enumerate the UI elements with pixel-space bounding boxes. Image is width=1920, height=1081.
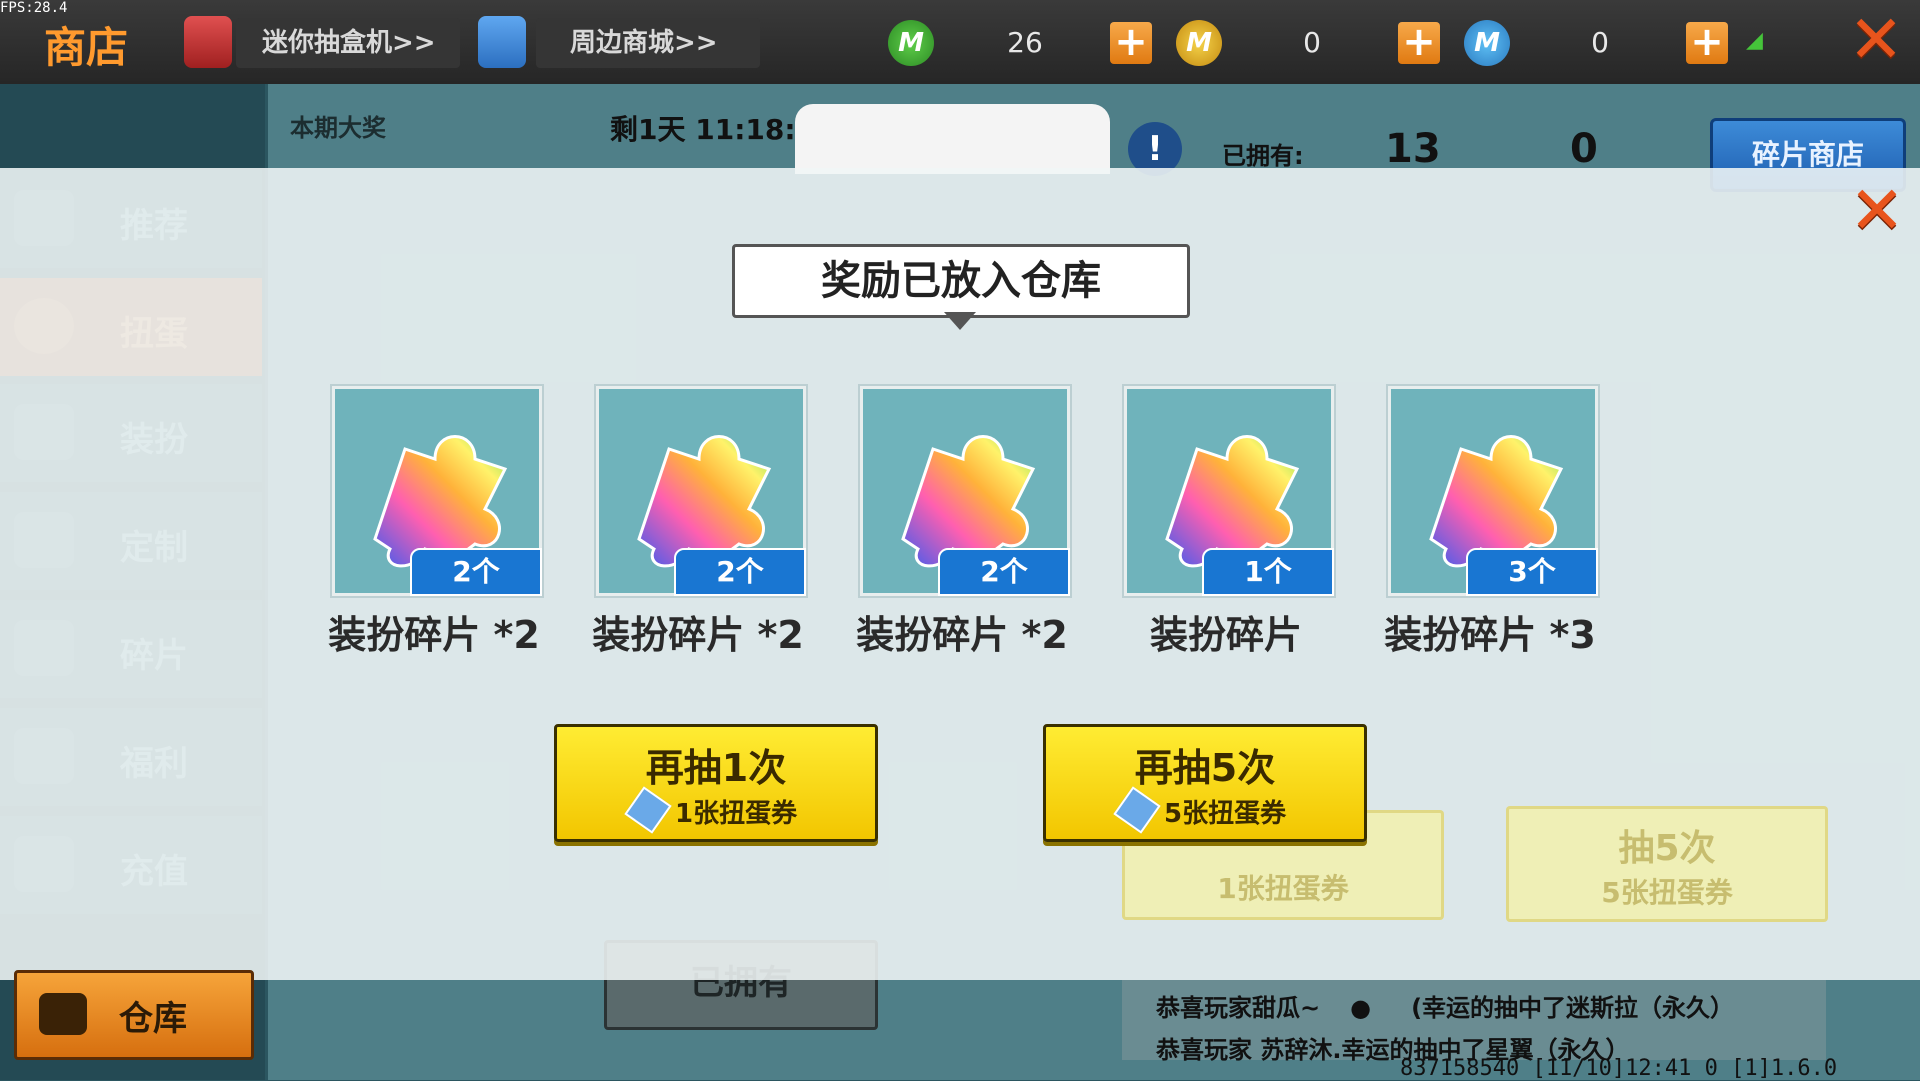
add-green-coin-button[interactable]: + bbox=[1110, 22, 1152, 64]
close-shop-icon[interactable]: ✕ bbox=[1846, 7, 1906, 73]
storage-button[interactable]: 仓库 bbox=[14, 970, 254, 1060]
feed-bullet-icon: ● bbox=[1350, 994, 1372, 1022]
reward-title: 奖励已放入仓库 bbox=[732, 244, 1190, 318]
gold-coin-count: 0 bbox=[1303, 26, 1321, 59]
draw-once-again-button[interactable]: 再抽1次 1张扭蛋券 bbox=[554, 724, 878, 842]
reward-label: 装扮碎片 *2 bbox=[856, 613, 1068, 657]
reward-quantity-badge: 1个 bbox=[1202, 548, 1334, 596]
owned-tickets-count: 0 bbox=[1570, 126, 1598, 172]
gacha-machine-icon bbox=[184, 16, 232, 68]
reward-quantity-badge: 2个 bbox=[410, 548, 542, 596]
shopping-bag-icon bbox=[478, 16, 526, 68]
close-reward-icon[interactable]: ✕ bbox=[1846, 178, 1908, 244]
status-bar: 837158540 [11/10]12:41 0 [1]1.6.0 bbox=[1400, 1056, 1838, 1081]
feed-line-1: 恭喜玩家甜瓜~ ● (幸运的抽中了迷斯拉（永久） bbox=[1156, 994, 1735, 1022]
reward-label: 装扮碎片 *3 bbox=[1384, 613, 1596, 657]
add-gold-coin-button[interactable]: + bbox=[1398, 22, 1440, 64]
draw-five-again-button[interactable]: 再抽5次 5张扭蛋券 bbox=[1043, 724, 1367, 842]
green-coin-count: 26 bbox=[1007, 26, 1043, 59]
signal-icon: ◢ bbox=[1746, 28, 1763, 53]
banner-pointer bbox=[944, 312, 976, 330]
reward-card: 2个 bbox=[596, 386, 806, 596]
bg-draw5-button: 抽5次 5张扭蛋券 bbox=[1506, 806, 1828, 922]
gold-coin-icon: M bbox=[1176, 20, 1222, 66]
merch-shop-link[interactable]: 周边商城>> bbox=[536, 18, 760, 68]
reward-quantity-badge: 2个 bbox=[674, 548, 806, 596]
reward-card: 2个 bbox=[332, 386, 542, 596]
page-title: 商店 bbox=[44, 23, 129, 72]
green-coin-icon: M bbox=[888, 20, 934, 66]
ticket-icon bbox=[624, 786, 672, 834]
reward-quantity-badge: 3个 bbox=[1466, 548, 1598, 596]
owned-label: 已拥有: bbox=[1222, 142, 1304, 170]
reward-card: 2个 bbox=[860, 386, 1070, 596]
reward-card: 1个 bbox=[1124, 386, 1334, 596]
blue-coin-count: 0 bbox=[1591, 26, 1609, 59]
mini-gacha-link[interactable]: 迷你抽盒机>> bbox=[236, 18, 460, 68]
chest-icon bbox=[39, 993, 87, 1035]
reward-label: 装扮碎片 *2 bbox=[592, 613, 804, 657]
countdown-timer: 剩1天 11:18:4 bbox=[610, 113, 816, 146]
ticket-icon bbox=[1113, 786, 1161, 834]
reward-label: 装扮碎片 *2 bbox=[328, 613, 540, 657]
reward-label: 装扮碎片 bbox=[1149, 613, 1302, 657]
panda-ears-decoration bbox=[795, 104, 1110, 174]
reward-quantity-badge: 2个 bbox=[938, 548, 1070, 596]
reward-card: 3个 bbox=[1388, 386, 1598, 596]
owned-fragments-count: 13 bbox=[1385, 126, 1441, 172]
add-blue-coin-button[interactable]: + bbox=[1686, 22, 1728, 64]
grand-prize-tab[interactable]: 本期大奖 bbox=[290, 108, 386, 143]
blue-coin-icon: M bbox=[1464, 20, 1510, 66]
